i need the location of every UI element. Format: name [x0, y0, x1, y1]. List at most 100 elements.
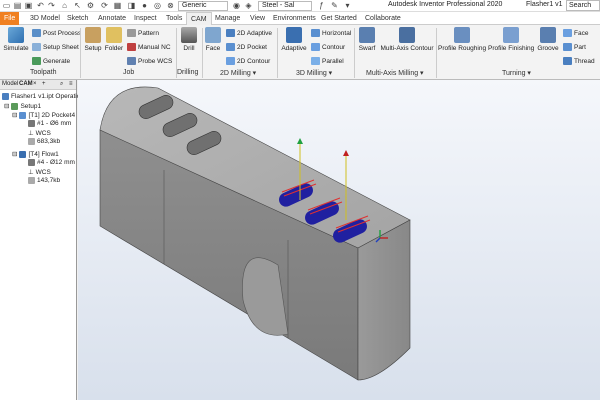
file-icon [28, 177, 35, 184]
tab-annotate[interactable]: Annotate [94, 12, 130, 25]
home-icon[interactable]: ⌂ [60, 1, 69, 11]
tab-view[interactable]: View [246, 12, 269, 25]
flow-op-icon [19, 150, 27, 158]
ribbon-panel: Simulate Post Process Setup Sheet Genera… [0, 25, 600, 80]
tree-tool[interactable]: #1 - Ø6 mm [28, 120, 71, 127]
separator [436, 28, 437, 78]
thread-button[interactable]: Thread [563, 57, 595, 65]
open-icon[interactable]: ▤ [13, 1, 22, 11]
parallel-button[interactable]: Parallel [311, 57, 344, 65]
tab-cam[interactable]: CAM [186, 12, 212, 25]
groove-button[interactable]: Groove [537, 27, 559, 52]
settings-icon[interactable]: ⚙ [86, 1, 95, 11]
wcs-icon: ⊥ [28, 169, 34, 176]
tree-root[interactable]: Flasher1 v1.ipt Operations [2, 93, 87, 100]
color-icon[interactable]: ● [140, 1, 149, 11]
new-icon[interactable]: ▭ [2, 1, 11, 11]
drill-button[interactable]: Drill [180, 27, 198, 52]
manual-nc-button[interactable]: Manual NC [127, 43, 171, 51]
tab-tools[interactable]: Tools [162, 12, 186, 25]
tab-manage[interactable]: Manage [211, 12, 244, 25]
save-icon[interactable]: ▣ [24, 1, 33, 11]
multi-axis-contour-button[interactable]: Multi-Axis Contour [380, 27, 434, 52]
simulate-button[interactable]: Simulate [2, 27, 30, 52]
browser-tab-cam[interactable]: CAM [19, 81, 33, 87]
palette-icon[interactable]: ◉ [232, 1, 241, 11]
document-title: Flasher1 v1 [526, 1, 563, 8]
appearance-dropdown[interactable]: Generic [178, 1, 228, 11]
pattern-button[interactable]: Pattern [127, 29, 159, 37]
face-button[interactable]: Face [205, 27, 221, 52]
menu-icon[interactable]: ≡ [69, 81, 73, 87]
param-icon[interactable]: ✎ [330, 1, 339, 11]
swarf-button[interactable]: Swarf [357, 27, 377, 52]
redo-icon[interactable]: ↷ [47, 1, 56, 11]
horizontal-button[interactable]: Horizontal [311, 29, 351, 37]
generate-button[interactable]: Generate [32, 57, 70, 65]
part-model[interactable] [78, 80, 600, 400]
turning-face-button[interactable]: Face [563, 29, 588, 37]
ipart-icon[interactable]: ◨ [127, 1, 136, 11]
setup-sheet-button[interactable]: Setup Sheet [32, 43, 79, 51]
2d-adaptive-label: 2D Adaptive [237, 29, 273, 37]
tree-op-flow[interactable]: ⊟ [T4] Flow1 [12, 150, 59, 158]
folder-button[interactable]: Folder [104, 27, 124, 52]
separator [354, 28, 355, 78]
tree-tool[interactable]: #4 - Ø12 mm [28, 159, 75, 166]
2d-pocket-button[interactable]: 2D Pocket [226, 43, 267, 51]
close-doc-icon[interactable]: ⊗ [166, 1, 175, 11]
customize-icon[interactable]: ▾ [343, 1, 352, 11]
appearance-icon[interactable]: ◎ [153, 1, 162, 11]
tree-wcs[interactable]: ⊥ WCS [28, 129, 51, 138]
collapse-icon[interactable]: ⊟ [4, 102, 9, 110]
profile-finishing-button[interactable]: Profile Finishing [488, 27, 534, 52]
tree-wcs[interactable]: ⊥ WCS [28, 168, 51, 177]
3d-viewport[interactable] [78, 80, 600, 400]
tree-setup[interactable]: ⊟ Setup1 [4, 102, 41, 110]
tab-get-started[interactable]: Get Started [317, 12, 361, 25]
tool-icon [28, 159, 35, 166]
group-turning-label[interactable]: Turning ▾ [502, 69, 531, 77]
tab-file[interactable]: File [0, 12, 20, 25]
post-process-button[interactable]: Post Process [32, 29, 81, 37]
material-dropdown[interactable]: Steel - Sal [258, 1, 312, 11]
material-icon[interactable]: ◈ [244, 1, 253, 11]
update-icon[interactable]: ⟳ [100, 1, 109, 11]
2d-contour-button[interactable]: 2D Contour [226, 57, 270, 65]
close-icon[interactable]: × [33, 81, 37, 87]
tab-environments[interactable]: Environments [269, 12, 320, 25]
search-help-input[interactable]: Search Help [566, 0, 600, 11]
collapse-icon[interactable]: ⊟ [12, 111, 17, 119]
tab-inspect[interactable]: Inspect [130, 12, 161, 25]
tree-tool-label: #4 - Ø12 mm [37, 159, 75, 166]
collapse-icon[interactable]: ⊟ [12, 150, 17, 158]
tree-size-label: 143,7kb [37, 177, 61, 184]
group-multi-axis-label[interactable]: Multi-Axis Milling ▾ [366, 69, 424, 77]
add-tab-icon[interactable]: + [42, 81, 46, 87]
setup-button[interactable]: Setup [83, 27, 103, 52]
contour-button[interactable]: Contour [311, 43, 345, 51]
part-button[interactable]: Part [563, 43, 586, 51]
fx-icon[interactable]: ƒ [317, 1, 326, 11]
group-3d-milling-label[interactable]: 3D Milling ▾ [296, 69, 332, 77]
adaptive-button[interactable]: Adaptive [281, 27, 307, 52]
tree-op-pocket[interactable]: ⊟ [T1] 2D Pocket4 [12, 111, 75, 119]
profile-roughing-button[interactable]: Profile Roughing [438, 27, 486, 52]
undo-icon[interactable]: ↶ [36, 1, 45, 11]
2d-adaptive-button[interactable]: 2D Adaptive [226, 29, 272, 37]
probe-wcs-button[interactable]: Probe WCS [127, 57, 172, 65]
cam-browser-panel: Model CAM × + ⌕ ≡ Flasher1 v1.ipt Operat… [0, 80, 87, 400]
browser-tab-model[interactable]: Model [2, 81, 18, 87]
search-icon[interactable]: ⌕ [60, 81, 63, 88]
thread-label: Thread [574, 57, 595, 65]
tab-sketch[interactable]: Sketch [63, 12, 92, 25]
setup-check-icon [11, 102, 19, 110]
profile-roughing-icon [454, 27, 470, 43]
drill-icon [181, 27, 197, 43]
tab-collaborate[interactable]: Collaborate [361, 12, 405, 25]
tool-start-arrow [297, 138, 303, 144]
group-2d-milling-label[interactable]: 2D Milling ▾ [220, 69, 256, 77]
measure-icon[interactable]: ▦ [113, 1, 122, 11]
select-icon[interactable]: ↖ [73, 1, 82, 11]
tab-3d-model[interactable]: 3D Model [26, 12, 64, 25]
